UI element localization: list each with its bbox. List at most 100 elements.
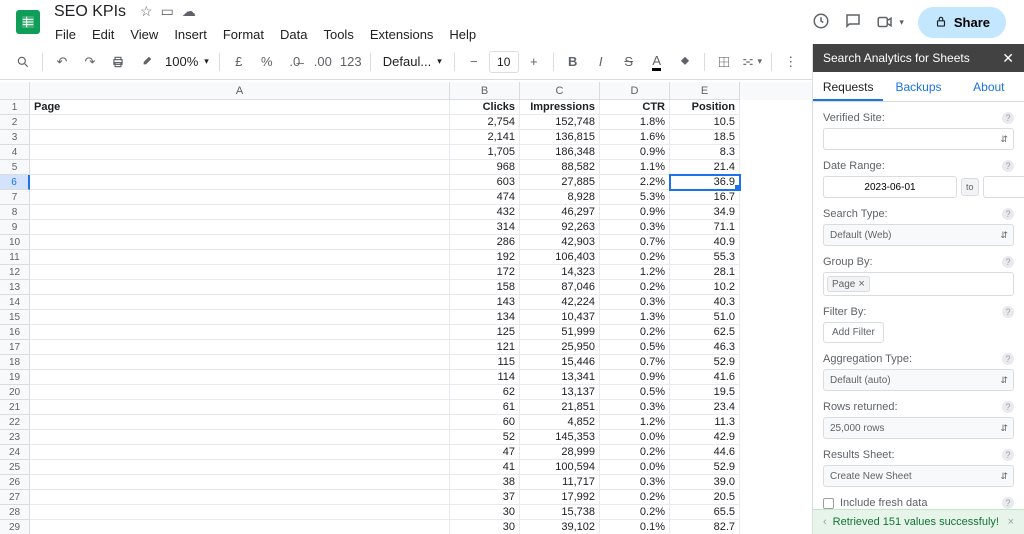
row-header[interactable]: 9: [0, 220, 30, 235]
row-header[interactable]: 7: [0, 190, 30, 205]
verified-site-select[interactable]: [823, 128, 1014, 150]
cell[interactable]: 62.5: [670, 325, 740, 340]
cell[interactable]: 46,297: [520, 205, 600, 220]
cell[interactable]: 0.0%: [600, 460, 670, 475]
cell[interactable]: 39.0: [670, 475, 740, 490]
row-header[interactable]: 14: [0, 295, 30, 310]
cell[interactable]: 0.1%: [600, 520, 670, 534]
cell[interactable]: 0.9%: [600, 205, 670, 220]
sidebar-tab-requests[interactable]: Requests: [813, 72, 883, 101]
search-menus-icon[interactable]: [10, 49, 36, 75]
cell[interactable]: 60: [450, 415, 520, 430]
cell[interactable]: 10.2: [670, 280, 740, 295]
cell[interactable]: 0.2%: [600, 280, 670, 295]
cell[interactable]: 37: [450, 490, 520, 505]
cell[interactable]: 19.5: [670, 385, 740, 400]
cell[interactable]: 42,903: [520, 235, 600, 250]
cell[interactable]: 0.2%: [600, 250, 670, 265]
cell[interactable]: 2.2%: [600, 175, 670, 190]
cell[interactable]: 28.1: [670, 265, 740, 280]
cell[interactable]: 41.6: [670, 370, 740, 385]
cell[interactable]: 8.3: [670, 145, 740, 160]
cell[interactable]: 143: [450, 295, 520, 310]
cell[interactable]: 44.6: [670, 445, 740, 460]
row-header[interactable]: 16: [0, 325, 30, 340]
cell[interactable]: 134: [450, 310, 520, 325]
cell[interactable]: 30: [450, 505, 520, 520]
cell[interactable]: 0.3%: [600, 295, 670, 310]
cell[interactable]: 34.9: [670, 205, 740, 220]
cell[interactable]: [30, 460, 450, 475]
row-header[interactable]: 22: [0, 415, 30, 430]
cell[interactable]: 40.9: [670, 235, 740, 250]
header-cell[interactable]: Clicks: [450, 100, 520, 115]
cell[interactable]: 145,353: [520, 430, 600, 445]
col-header-B[interactable]: B: [450, 82, 520, 100]
cell[interactable]: [30, 130, 450, 145]
cell[interactable]: 52: [450, 430, 520, 445]
cell[interactable]: [30, 475, 450, 490]
cell[interactable]: 41: [450, 460, 520, 475]
cell[interactable]: 23.4: [670, 400, 740, 415]
decrease-decimal-icon[interactable]: .0̶: [282, 49, 308, 75]
row-header[interactable]: 29: [0, 520, 30, 534]
cell[interactable]: 100,594: [520, 460, 600, 475]
undo-icon[interactable]: ↶: [49, 49, 75, 75]
history-icon[interactable]: [812, 12, 830, 33]
cell[interactable]: [30, 520, 450, 534]
cell[interactable]: 115: [450, 355, 520, 370]
cell[interactable]: 65.5: [670, 505, 740, 520]
menu-format[interactable]: Format: [216, 25, 271, 44]
strikethrough-icon[interactable]: S: [616, 49, 642, 75]
cell[interactable]: 0.2%: [600, 445, 670, 460]
cell[interactable]: 28,999: [520, 445, 600, 460]
cell[interactable]: [30, 115, 450, 130]
cell[interactable]: 114: [450, 370, 520, 385]
cell[interactable]: [30, 430, 450, 445]
menu-edit[interactable]: Edit: [85, 25, 121, 44]
cell[interactable]: 0.3%: [600, 400, 670, 415]
cell[interactable]: 8,928: [520, 190, 600, 205]
cell[interactable]: 968: [450, 160, 520, 175]
cell[interactable]: 0.5%: [600, 385, 670, 400]
percent-icon[interactable]: %: [254, 49, 280, 75]
currency-icon[interactable]: £: [226, 49, 252, 75]
cell[interactable]: [30, 265, 450, 280]
cell[interactable]: 106,403: [520, 250, 600, 265]
select-all-corner[interactable]: [0, 82, 30, 100]
zoom-select[interactable]: 100%▾: [161, 54, 213, 69]
increase-decimal-icon[interactable]: .00: [310, 49, 336, 75]
cloud-status-icon[interactable]: ☁: [182, 3, 196, 20]
cell[interactable]: [30, 490, 450, 505]
fresh-data-checkbox[interactable]: [823, 498, 834, 509]
search-type-select[interactable]: Default (Web): [823, 224, 1014, 246]
cell[interactable]: 38: [450, 475, 520, 490]
cell[interactable]: 0.2%: [600, 490, 670, 505]
row-header[interactable]: 25: [0, 460, 30, 475]
merge-icon[interactable]: ▾: [739, 49, 765, 75]
chip-remove-icon[interactable]: ×: [858, 278, 864, 290]
cell[interactable]: 55.3: [670, 250, 740, 265]
cell[interactable]: [30, 160, 450, 175]
font-size-input[interactable]: 10: [489, 51, 519, 73]
cell[interactable]: 152,748: [520, 115, 600, 130]
cell[interactable]: 286: [450, 235, 520, 250]
cell[interactable]: 61: [450, 400, 520, 415]
document-title[interactable]: SEO KPIs: [48, 1, 132, 23]
toast-prev-icon[interactable]: ‹: [823, 516, 827, 528]
cell[interactable]: [30, 400, 450, 415]
header-cell[interactable]: CTR: [600, 100, 670, 115]
redo-icon[interactable]: ↷: [77, 49, 103, 75]
help-icon[interactable]: ?: [1002, 497, 1014, 509]
row-header[interactable]: 6: [0, 175, 30, 190]
date-to-input[interactable]: [983, 176, 1024, 198]
row-header[interactable]: 12: [0, 265, 30, 280]
cell[interactable]: [30, 340, 450, 355]
col-header-E[interactable]: E: [670, 82, 740, 100]
toast-close-icon[interactable]: ×: [1008, 516, 1014, 528]
cell[interactable]: 158: [450, 280, 520, 295]
row-header[interactable]: 19: [0, 370, 30, 385]
cell[interactable]: 36.9: [670, 175, 740, 190]
row-header[interactable]: 5: [0, 160, 30, 175]
cell[interactable]: [30, 355, 450, 370]
